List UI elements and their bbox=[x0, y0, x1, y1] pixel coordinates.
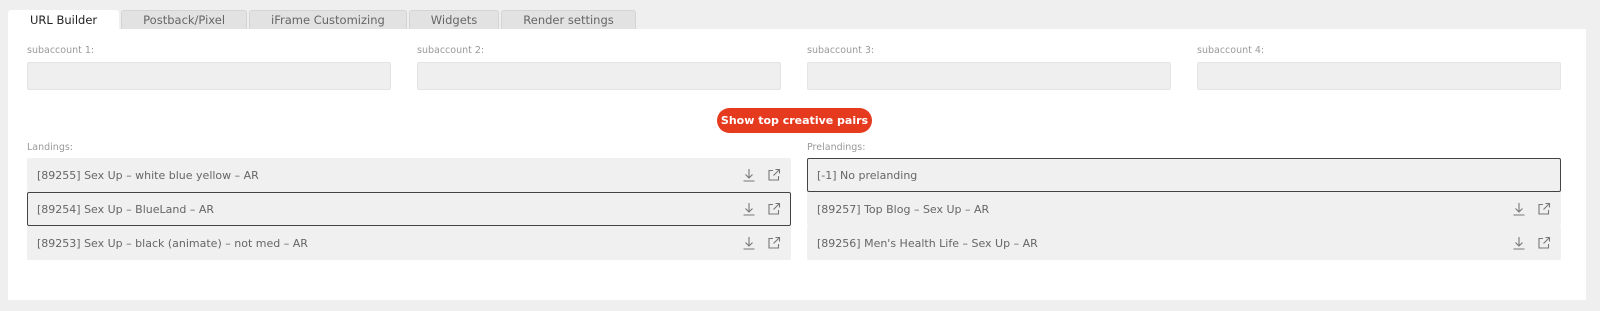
tab-render-settings[interactable]: Render settings bbox=[501, 10, 636, 30]
external-link-icon[interactable] bbox=[1537, 202, 1551, 216]
subaccount-2-label: subaccount 2: bbox=[417, 45, 485, 56]
download-icon[interactable] bbox=[742, 168, 756, 182]
prelanding-item-label: [89256] Men's Health Life – Sex Up – AR bbox=[817, 236, 1038, 250]
prelanding-item[interactable]: [89257] Top Blog – Sex Up – AR bbox=[807, 192, 1561, 226]
tab-postback-pixel[interactable]: Postback/Pixel bbox=[121, 10, 248, 30]
external-link-icon[interactable] bbox=[767, 168, 781, 182]
prelanding-item-label: [89257] Top Blog – Sex Up – AR bbox=[817, 202, 990, 216]
prelanding-item[interactable]: [-1] No prelanding bbox=[807, 158, 1561, 192]
tab-url-builder[interactable]: URL Builder bbox=[8, 10, 120, 30]
url-builder-panel: subaccount 1: subaccount 2: subaccount 3… bbox=[8, 29, 1586, 300]
prelanding-item-label: [-1] No prelanding bbox=[817, 168, 918, 182]
landing-item-label: [89253] Sex Up – black (animate) – not m… bbox=[37, 236, 308, 250]
landings-label: Landings: bbox=[27, 142, 74, 153]
subaccount-1-label: subaccount 1: bbox=[27, 45, 95, 56]
subaccount-3-label: subaccount 3: bbox=[807, 45, 875, 56]
landing-item[interactable]: [89255] Sex Up – white blue yellow – AR bbox=[27, 158, 791, 192]
subaccount-3-input[interactable] bbox=[807, 62, 1171, 90]
external-link-icon[interactable] bbox=[1537, 236, 1551, 250]
subaccount-1-input[interactable] bbox=[27, 62, 391, 90]
landing-item-label: [89254] Sex Up – BlueLand – AR bbox=[37, 202, 214, 216]
external-link-icon[interactable] bbox=[767, 236, 781, 250]
show-top-creative-pairs-button[interactable]: Show top creative pairs bbox=[717, 108, 872, 133]
download-icon[interactable] bbox=[742, 202, 756, 216]
tab-bar: URL Builder Postback/Pixel iFrame Custom… bbox=[8, 10, 636, 30]
subaccount-4-input[interactable] bbox=[1197, 62, 1561, 90]
download-icon[interactable] bbox=[1512, 236, 1526, 250]
landing-item-label: [89255] Sex Up – white blue yellow – AR bbox=[37, 168, 259, 182]
tab-widgets[interactable]: Widgets bbox=[408, 10, 500, 30]
external-link-icon[interactable] bbox=[767, 202, 781, 216]
subaccount-4-label: subaccount 4: bbox=[1197, 45, 1265, 56]
prelanding-item[interactable]: [89256] Men's Health Life – Sex Up – AR bbox=[807, 226, 1561, 260]
download-icon[interactable] bbox=[742, 236, 756, 250]
prelandings-label: Prelandings: bbox=[807, 142, 866, 153]
landing-item[interactable]: [89254] Sex Up – BlueLand – AR bbox=[27, 192, 791, 226]
tab-iframe-customizing[interactable]: iFrame Customizing bbox=[249, 10, 407, 30]
subaccount-2-input[interactable] bbox=[417, 62, 781, 90]
download-icon[interactable] bbox=[1512, 202, 1526, 216]
landing-item[interactable]: [89253] Sex Up – black (animate) – not m… bbox=[27, 226, 791, 260]
